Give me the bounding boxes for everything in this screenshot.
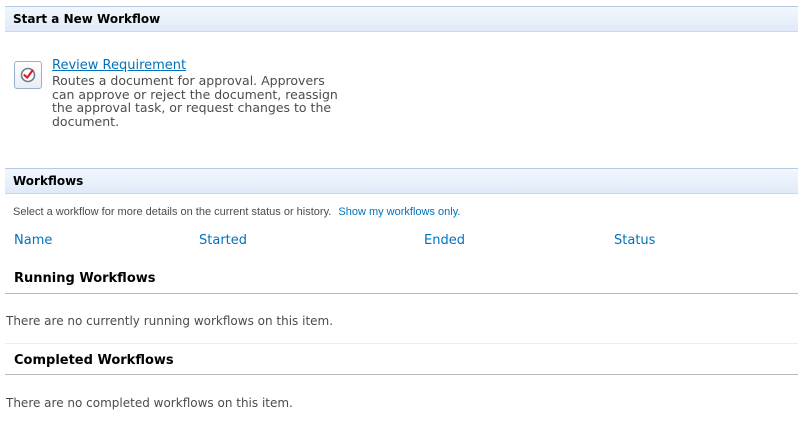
completed-divider: [5, 374, 798, 375]
workflows-page: Start a New Workflow Review Requirement …: [0, 0, 798, 424]
column-header-ended[interactable]: Ended: [424, 233, 465, 248]
review-requirement-link[interactable]: Review Requirement: [52, 58, 392, 74]
start-workflow-header: Start a New Workflow: [5, 6, 798, 32]
running-divider: [5, 293, 798, 294]
column-header-started[interactable]: Started: [199, 233, 247, 248]
workflows-header: Workflows: [5, 168, 798, 194]
approval-check-icon[interactable]: [14, 61, 42, 89]
column-header-name[interactable]: Name: [14, 233, 52, 248]
column-header-status[interactable]: Status: [614, 233, 655, 248]
workflow-description-line: the approval task, or request changes to…: [52, 100, 332, 115]
completed-workflows-title: Completed Workflows: [14, 353, 174, 368]
show-my-workflows-link[interactable]: Show my workflows only.: [338, 206, 460, 218]
running-empty-message: There are no currently running workflows…: [6, 314, 334, 328]
hint-text: Select a workflow for more details on th…: [13, 206, 332, 218]
workflow-description-line: can approve or reject the document, reas…: [52, 86, 338, 102]
row-divider: [5, 343, 798, 344]
workflows-hint: Select a workflow for more details on th…: [13, 206, 460, 218]
workflow-description-line: Routes a document for approval. Approver…: [52, 73, 325, 88]
completed-empty-message: There are no completed workflows on this…: [6, 396, 293, 410]
workflow-description-line: document.: [52, 113, 120, 129]
workflow-item-review-requirement: Review Requirement Routes a document for…: [14, 58, 392, 128]
running-workflows-title: Running Workflows: [14, 271, 156, 286]
